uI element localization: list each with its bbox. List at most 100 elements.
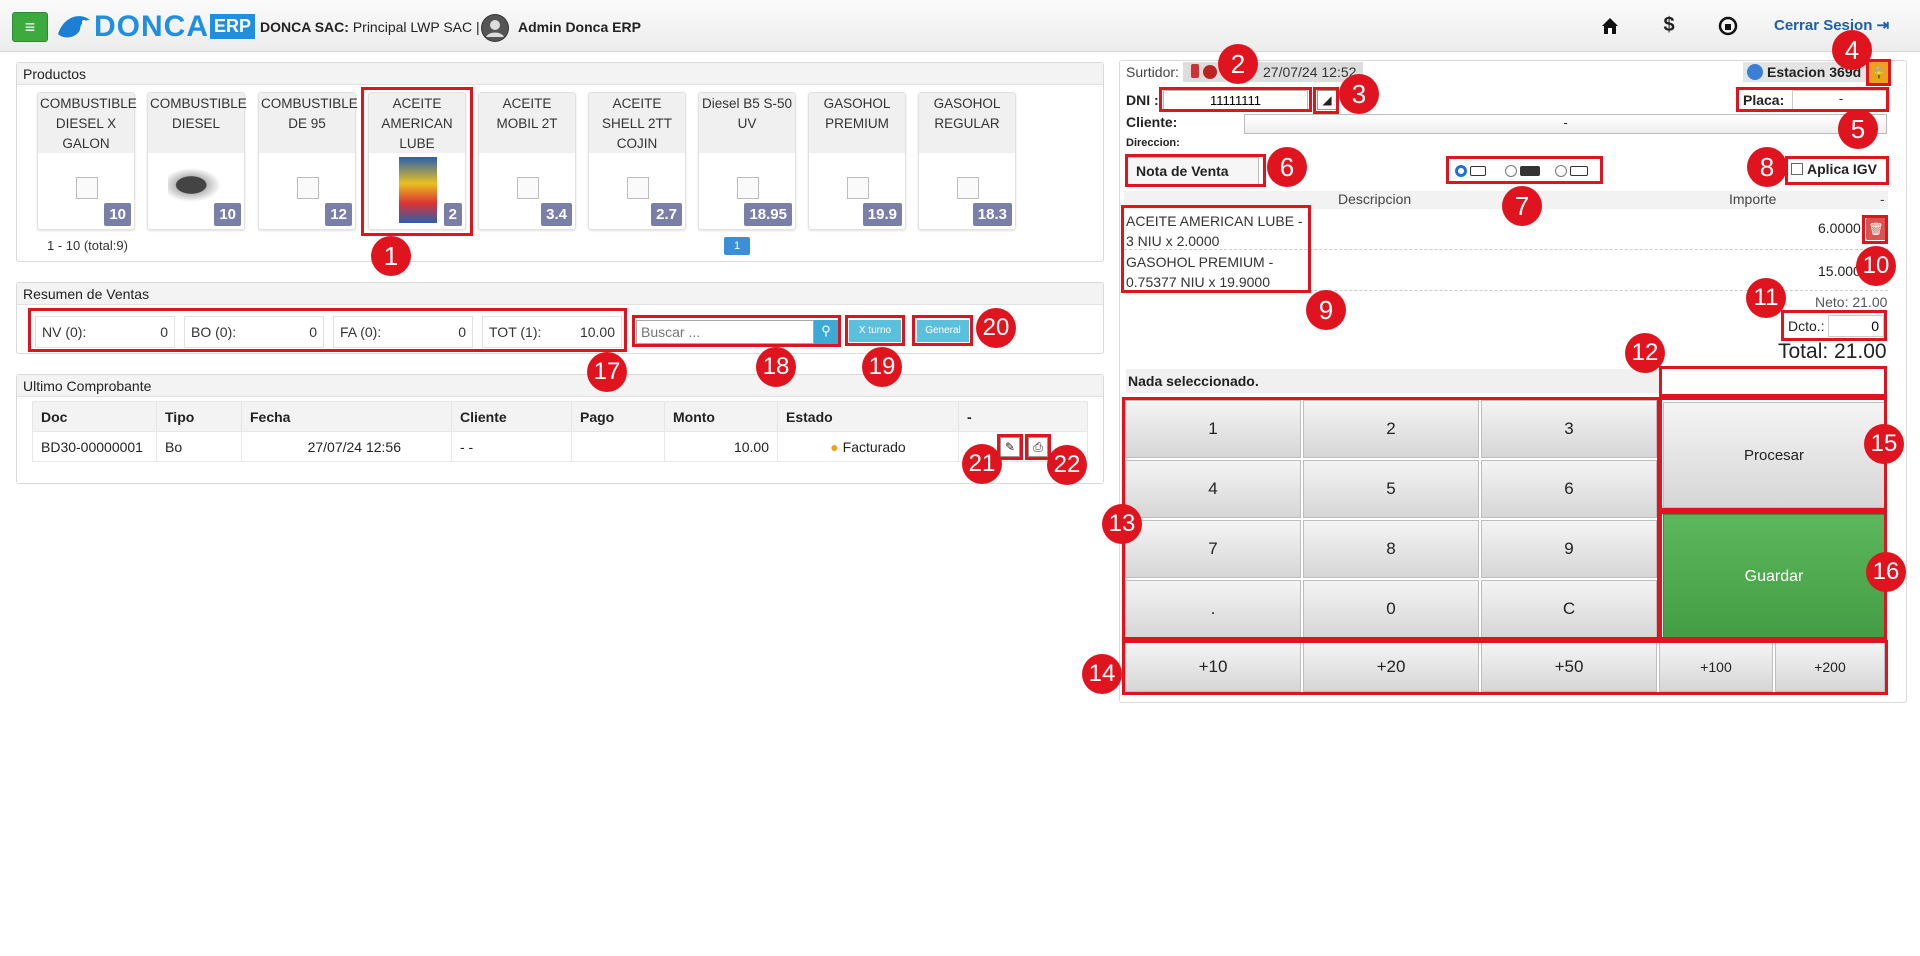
keypad-key[interactable]: 5 (1303, 460, 1479, 518)
product-card[interactable]: COMBUSTIBLE DE 95 12 (258, 92, 358, 230)
product-card[interactable]: COMBUSTIBLE DIESEL 10 (147, 92, 247, 230)
quick-amount-button[interactable]: +10 (1125, 642, 1301, 692)
igv-checkbox-box[interactable] (1791, 163, 1803, 175)
home-icon[interactable] (1597, 14, 1623, 38)
placa-label: Placa: (1743, 92, 1785, 108)
keypad-key[interactable]: 7 (1125, 520, 1301, 578)
keypad-key[interactable]: 9 (1481, 520, 1657, 578)
payment-cash-radio[interactable] (1455, 165, 1467, 177)
col-tipo: Tipo (156, 401, 242, 432)
keypad-key[interactable]: 2 (1303, 400, 1479, 458)
surtidor-datetime: 27/07/24 12:52 (1263, 64, 1357, 80)
menu-toggle-button[interactable]: ≡ (12, 12, 48, 42)
marker-16: 16 (1866, 552, 1906, 592)
product-name: ACEITE AMERICAN LUBE (369, 93, 465, 153)
igv-checkbox[interactable]: Aplica IGV (1791, 161, 1889, 181)
col-doc: Doc (32, 401, 157, 432)
quick-amount-button[interactable]: +20 (1303, 642, 1479, 692)
keypad-key[interactable]: 0 (1303, 580, 1479, 638)
pump-status-icon (1203, 65, 1217, 79)
logo-erp: ERP (210, 14, 256, 39)
marker-17: 17 (587, 352, 627, 392)
amount-display (1663, 370, 1884, 394)
edit-button[interactable]: ✎ (1000, 437, 1020, 457)
keypad-key[interactable]: 3 (1481, 400, 1657, 458)
quick-amount-button[interactable]: +200 (1775, 642, 1885, 692)
marker-11: 11 (1746, 278, 1786, 318)
payment-method-group (1451, 162, 1597, 182)
company-info: DONCA SAC: Principal LWP SAC | (260, 19, 480, 35)
direccion-label: Direccion: (1126, 137, 1180, 149)
product-price: 12 (325, 203, 352, 226)
dash-header: - (1880, 191, 1885, 207)
marker-4: 4 (1832, 30, 1872, 70)
xturno-button[interactable]: X turno (849, 320, 901, 342)
product-image-icon (737, 177, 759, 199)
marker-6: 6 (1267, 147, 1307, 187)
marker-3: 3 (1339, 74, 1379, 114)
logout-link[interactable]: Cerrar Sesion ⇥ (1774, 16, 1889, 34)
product-name: Diesel B5 S-50 UV (699, 93, 795, 153)
keypad-key[interactable]: 6 (1481, 460, 1657, 518)
printer-icon: ⎙ (1033, 440, 1043, 454)
lock-reset-icon[interactable] (1715, 14, 1741, 38)
keypad-key[interactable]: . (1125, 580, 1301, 638)
doc-type-toggle[interactable]: Nota de Venta (1127, 157, 1259, 185)
logout-icon: ⇥ (1876, 17, 1890, 34)
cell-fecha: 27/07/24 12:56 (241, 431, 452, 462)
product-image-icon (847, 177, 869, 199)
product-card[interactable]: GASOHOL PREMIUM 19.9 (808, 92, 906, 230)
keypad-key[interactable]: 8 (1303, 520, 1479, 578)
search-button[interactable]: ⚲ (814, 320, 838, 344)
dcto-input[interactable] (1828, 315, 1884, 337)
product-image-icon (168, 165, 226, 205)
page-button-1[interactable]: 1 (724, 237, 750, 255)
product-card[interactable]: ACEITE SHELL 2TT COJIN 2.7 (588, 92, 686, 230)
neto-label: Neto: 21.00 (1815, 294, 1888, 310)
col-estado: Estado (777, 401, 959, 432)
product-name: GASOHOL REGULAR (919, 93, 1015, 153)
dollar-icon[interactable]: $ (1656, 14, 1682, 38)
general-button[interactable]: General (917, 320, 969, 342)
product-card[interactable]: GASOHOL REGULAR 18.3 (918, 92, 1016, 230)
delete-item-button[interactable]: 🗑 (1866, 218, 1886, 240)
quick-amount-button[interactable]: +50 (1481, 642, 1657, 692)
pagination-info: 1 - 10 (total:9) (47, 238, 128, 253)
product-card[interactable]: ACEITE AMERICAN LUBE 2 (368, 92, 466, 230)
lock-button[interactable]: 🔒 (1869, 62, 1889, 84)
eraser-button[interactable]: ◢ (1317, 90, 1337, 110)
list-item[interactable]: ACEITE AMERICAN LUBE -3 NIU x 2.0000 (1126, 211, 1303, 251)
keypad-key[interactable]: C (1481, 580, 1657, 638)
marker-22: 22 (1047, 445, 1087, 485)
eraser-icon: ◢ (1322, 93, 1332, 107)
procesar-button[interactable]: Procesar (1663, 402, 1885, 508)
search-input[interactable] (636, 320, 814, 344)
pencil-icon: ✎ (1004, 440, 1016, 454)
logo: DONCA ERP (54, 8, 256, 44)
print-button[interactable]: ⎙ (1028, 437, 1048, 457)
list-item[interactable]: GASOHOL PREMIUM -0.75377 NIU x 19.9000 (1126, 252, 1273, 292)
quick-amount-button[interactable]: +100 (1659, 642, 1773, 692)
product-price: 2.7 (651, 203, 682, 226)
product-card[interactable]: Diesel B5 S-50 UV 18.95 (698, 92, 796, 230)
product-image-icon (957, 177, 979, 199)
keypad-key[interactable]: 1 (1125, 400, 1301, 458)
product-card[interactable]: ACEITE MOBIL 2T 3.4 (478, 92, 576, 230)
marker-7: 7 (1502, 186, 1542, 226)
summary-nv: NV (0): 0 (35, 316, 175, 348)
payment-visa-radio[interactable] (1505, 165, 1517, 177)
payment-card-radio[interactable] (1555, 165, 1567, 177)
sales-summary-title: Resumen de Ventas (17, 283, 1103, 305)
dni-label: DNI : (1126, 92, 1159, 108)
product-card[interactable]: COMBUSTIBLE DIESEL X GALON 10 (37, 92, 137, 230)
dni-input[interactable] (1163, 90, 1308, 110)
table-row: BD30-00000001 Bo 27/07/24 12:56 - - 10.0… (32, 431, 1088, 462)
keypad-key[interactable]: 4 (1125, 460, 1301, 518)
card-icon (1570, 166, 1588, 176)
placa-field[interactable]: - (1792, 90, 1890, 110)
cliente-field[interactable]: - (1244, 114, 1887, 134)
guardar-button[interactable]: Guardar (1663, 514, 1885, 638)
product-image-icon (399, 157, 437, 223)
lock-icon: 🔒 (1871, 66, 1887, 80)
product-name: COMBUSTIBLE DIESEL X GALON (38, 93, 137, 153)
